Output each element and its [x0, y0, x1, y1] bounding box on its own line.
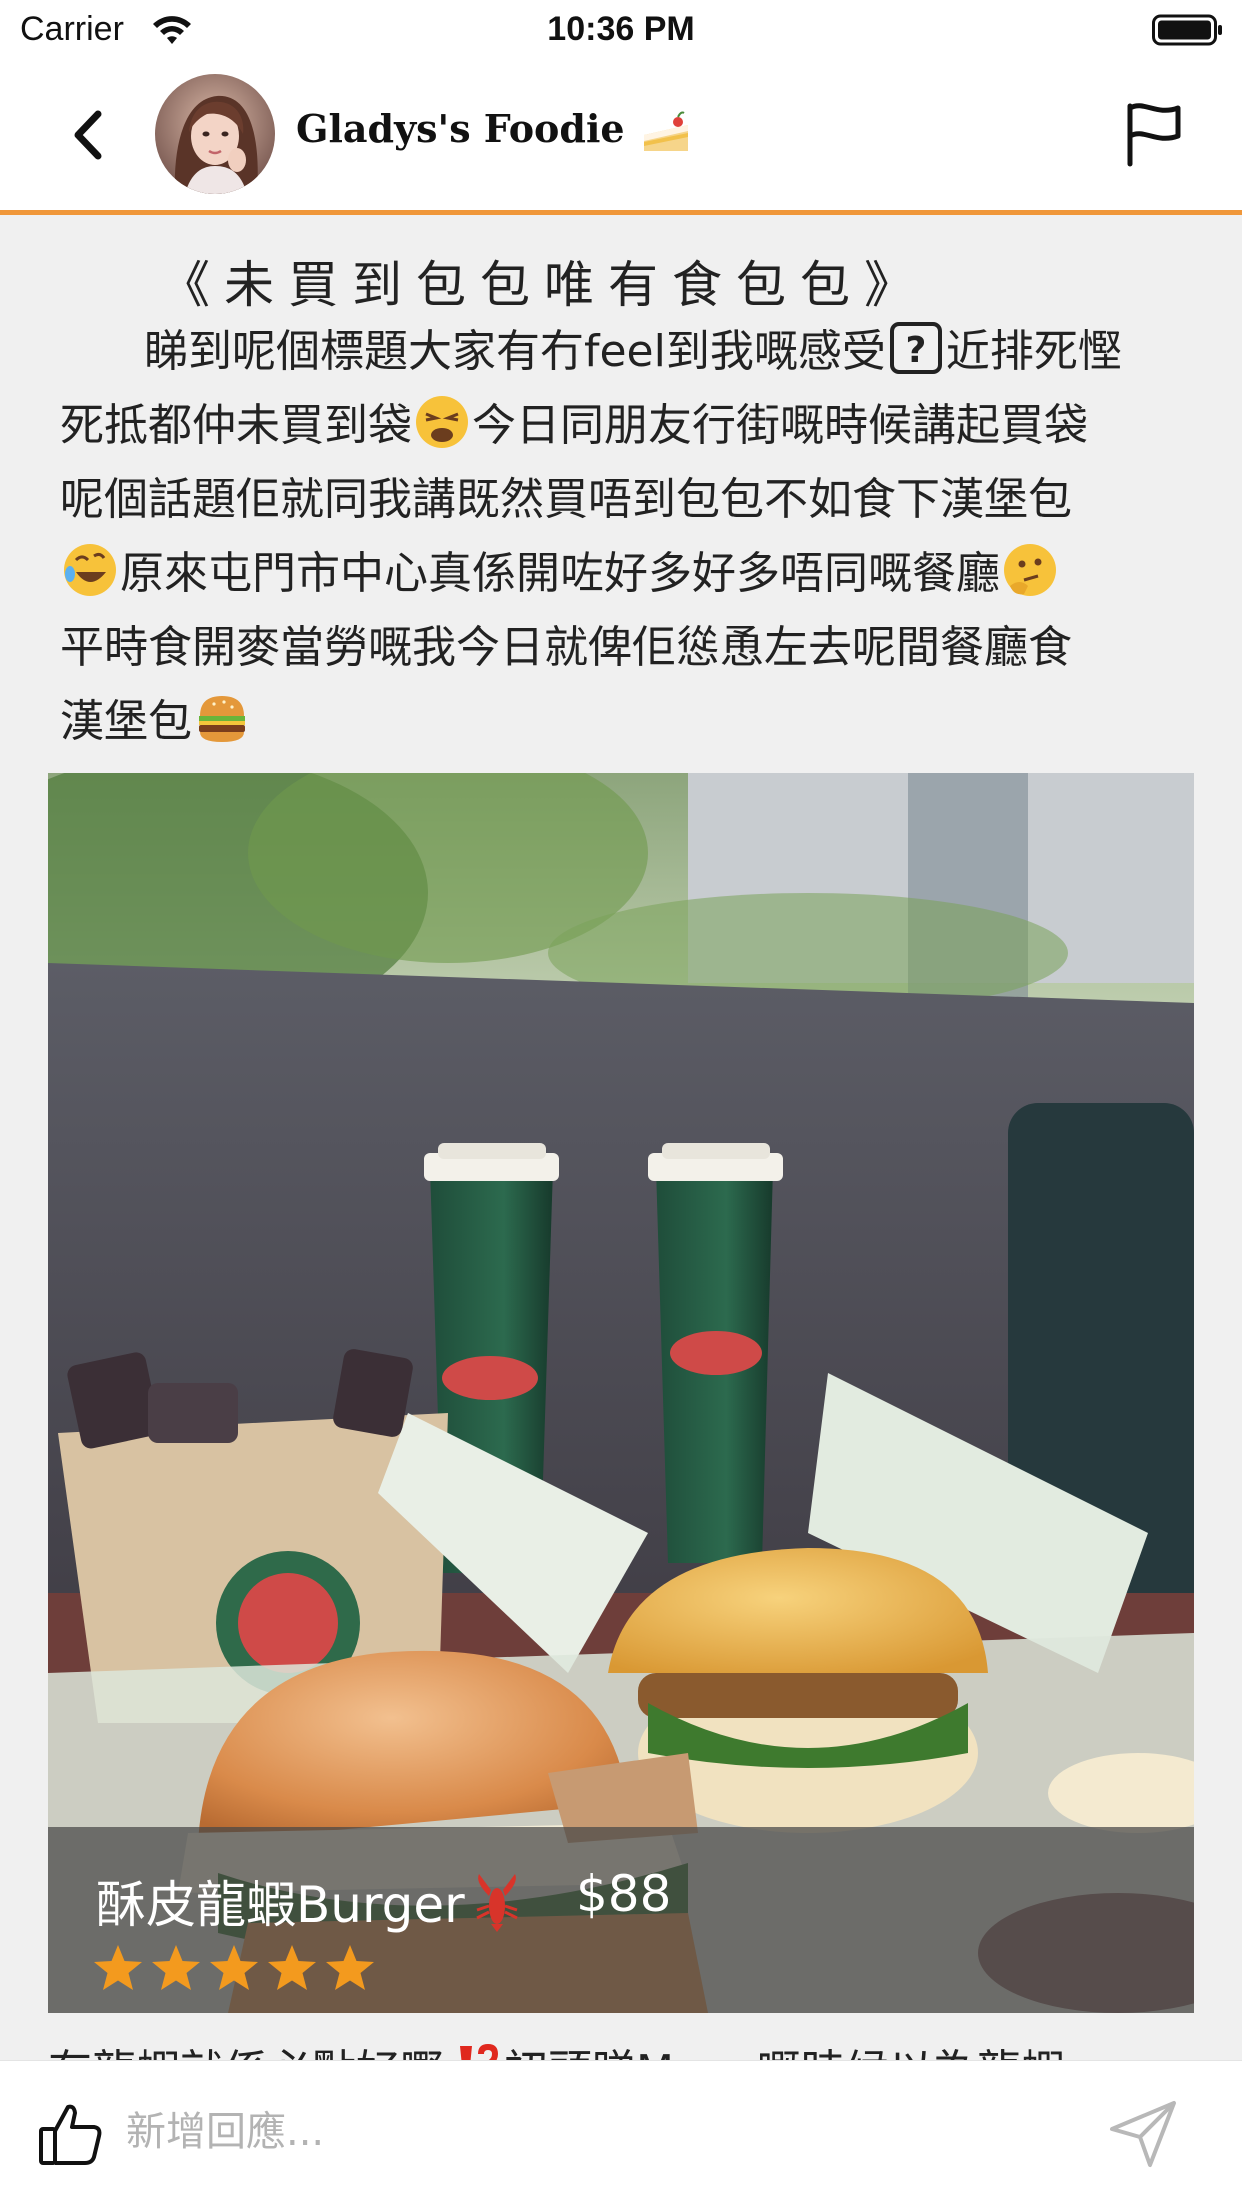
- post-body: 睇到呢個標題大家有冇feel到我嘅感受? 近排死慳 死抵都仲未買到袋 今日同朋友行街…: [60, 315, 1210, 759]
- post-body-continued: 有龍蝦就係必點好嘢 初頭睇Menu嘅時候以為龍蝦: [48, 2035, 1065, 2060]
- body-text-6: 原來屯門市中心真係開咗好多好多唔同嘅餐廳: [120, 548, 1000, 599]
- status-bar: Carrier 10:36 PM: [0, 0, 1242, 62]
- food-photo-card[interactable]: 酥皮龍蝦Burger $88: [48, 773, 1194, 2013]
- star-icon: [326, 1945, 374, 1990]
- avatar[interactable]: [155, 74, 275, 194]
- body-text-4: 今日同朋友行街嘅時候講起買袋: [472, 400, 1088, 451]
- header-title-text: Gladys's Foodie: [296, 106, 625, 151]
- svg-text:?: ?: [905, 330, 926, 371]
- body-text-10: 初頭睇Menu嘅時候以為龍蝦: [504, 2046, 1065, 2060]
- wifi-icon: [153, 16, 191, 44]
- avatar-photo: [155, 74, 275, 194]
- comment-bar: [0, 2060, 1242, 2208]
- star-icon: [94, 1945, 142, 1990]
- page-title: Gladys's Foodie: [296, 106, 692, 155]
- star-icon: [152, 1945, 200, 1990]
- item-name: 酥皮龍蝦Burger: [96, 1865, 525, 1937]
- back-button[interactable]: [60, 100, 120, 170]
- weary-face-icon: [416, 396, 468, 448]
- lobster-icon: [476, 1874, 518, 1932]
- comment-input[interactable]: [124, 2091, 1078, 2173]
- post-header: Gladys's Foodie: [0, 62, 1242, 215]
- rofl-face-icon: [64, 544, 116, 596]
- exclamation-question-icon: [460, 2044, 498, 2060]
- hamburger-icon: [199, 696, 245, 742]
- post-content: 《未買到包包唯有食包包》 睇到呢個標題大家有冇feel到我嘅感受? 近排死慳 死抵…: [0, 215, 1242, 2060]
- body-text-5: 呢個話題佢就同我講既然買唔到包包不如食下漢堡包: [60, 474, 1072, 525]
- body-text-3: 死抵都仲未買到袋: [60, 400, 412, 451]
- battery-icon: [1152, 14, 1222, 46]
- rating-stars: [92, 1943, 376, 1993]
- send-icon[interactable]: [1108, 2099, 1178, 2169]
- thumbs-up-icon[interactable]: [38, 2101, 104, 2167]
- question-box-icon: ?: [889, 322, 942, 374]
- thinking-face-icon: [1004, 544, 1056, 596]
- item-name-text: 酥皮龍蝦Burger: [96, 1876, 465, 1934]
- carrier-label: Carrier: [20, 10, 124, 48]
- cake-icon: [643, 111, 688, 151]
- star-icon: [210, 1945, 258, 1990]
- body-text-1: 睇到呢個標題大家有冇feel到我嘅感受: [144, 326, 886, 377]
- app-root: Carrier 10:36 PM Gladys's Foodie 《未買到包包唯…: [0, 0, 1242, 2208]
- star-icon: [268, 1945, 316, 1990]
- photo-caption-overlay: 酥皮龍蝦Burger $88: [48, 1827, 1194, 2013]
- item-price: $88: [576, 1865, 672, 1923]
- post-title: 《未買到包包唯有食包包》: [160, 256, 928, 314]
- body-text-7: 平時食開麥當勞嘅我今日就俾佢慫恿左去呢間餐廳食: [60, 622, 1072, 673]
- body-text-9: 有龍蝦就係必點好嘢: [48, 2046, 444, 2060]
- report-flag-button[interactable]: [1122, 102, 1184, 168]
- body-text-2: 近排死慳: [945, 326, 1122, 377]
- body-text-8: 漢堡包: [60, 696, 192, 747]
